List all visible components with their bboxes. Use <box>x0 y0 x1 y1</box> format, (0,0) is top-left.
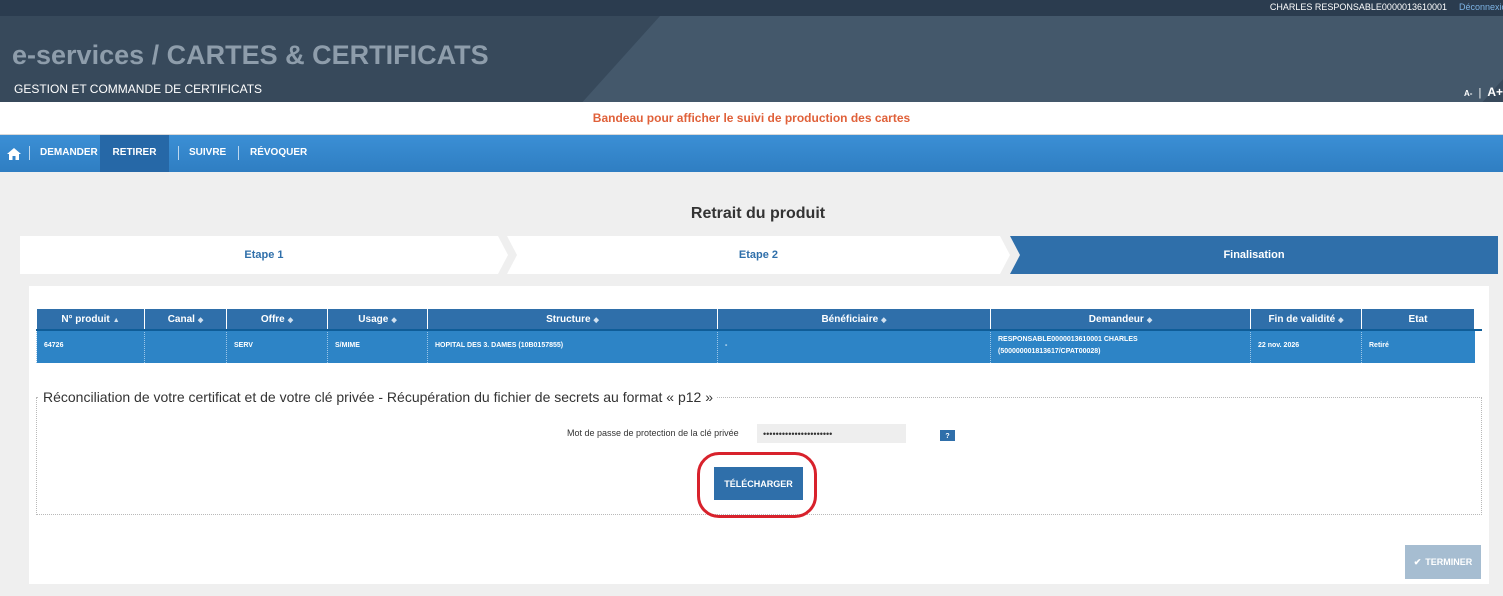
column-header-offre[interactable]: Offre ◆ <box>226 308 328 330</box>
column-header-fin-validite[interactable]: Fin de validité ◆ <box>1250 308 1362 330</box>
cell-fin-validite: 22 nov. 2026 <box>1250 329 1362 363</box>
user-bar: CHARLES RESPONSABLE0000013610001 Déconne… <box>0 0 1503 16</box>
font-size-separator: | <box>1478 87 1482 99</box>
user-name: CHARLES RESPONSABLE0000013610001 <box>1269 2 1447 12</box>
sort-icon: ◆ <box>1338 316 1344 324</box>
home-icon[interactable] <box>7 148 21 160</box>
step-1-label: Etape 1 <box>244 249 284 261</box>
cell-beneficiaire: - <box>717 329 991 363</box>
main-nav: DEMANDER RETIRER SUIVRE RÉVOQUER <box>0 135 1503 172</box>
font-decrease-button[interactable]: A- <box>1464 89 1472 98</box>
sort-icon: ◆ <box>593 316 599 324</box>
column-header-etat[interactable]: Etat <box>1361 308 1475 330</box>
step-indicator: Etape 1 Etape 2 Finalisation <box>20 236 1498 274</box>
finish-button[interactable]: ✔ TERMINER <box>1405 545 1481 579</box>
column-header-beneficiaire[interactable]: Bénéficiaire ◆ <box>717 308 991 330</box>
notice-banner: Bandeau pour afficher le suivi de produc… <box>0 102 1503 135</box>
column-header-structure[interactable]: Structure ◆ <box>427 308 718 330</box>
step-finalisation-label: Finalisation <box>1223 249 1285 261</box>
download-button[interactable]: TÉLÉCHARGER <box>714 467 803 500</box>
cell-structure: HOPITAL DES 3. DAMES (10B0157855) <box>427 329 718 363</box>
sort-icon: ◆ <box>197 316 204 324</box>
cell-offre: SERV <box>226 329 328 363</box>
nav-item-revoquer[interactable]: RÉVOQUER <box>250 135 307 172</box>
column-header-usage[interactable]: Usage ◆ <box>327 308 428 330</box>
step-2: Etape 2 <box>507 236 1010 274</box>
sort-icon: ◆ <box>391 316 397 324</box>
help-button[interactable]: ? <box>939 429 956 442</box>
reconciliation-legend: Réconciliation de votre certificat et de… <box>39 389 718 405</box>
column-header-canal[interactable]: Canal ◆ <box>144 308 227 330</box>
page-title: Retrait du produit <box>690 205 826 222</box>
font-size-controls: A- | A+ <box>1464 83 1503 101</box>
sort-asc-icon: ▲ <box>112 316 120 324</box>
font-increase-button[interactable]: A+ <box>1487 85 1503 99</box>
nav-item-demander[interactable]: DEMANDER <box>40 135 98 172</box>
cell-canal <box>144 329 227 363</box>
step-1: Etape 1 <box>20 236 508 274</box>
app-title: e-services / CARTES & CERTIFICATS <box>12 40 489 70</box>
check-icon: ✔ <box>1413 556 1422 567</box>
table-row[interactable]: 64726 SERV S/MIME HOPITAL DES 3. DAMES (… <box>36 329 1475 363</box>
nav-item-suivre[interactable]: SUIVRE <box>189 135 226 172</box>
sort-icon: ◆ <box>287 316 294 324</box>
step-2-label: Etape 2 <box>738 249 779 261</box>
header-banner: e-services / CARTES & CERTIFICATS GESTIO… <box>0 16 1503 102</box>
step-finalisation: Finalisation <box>1010 236 1498 274</box>
password-input[interactable] <box>757 424 906 443</box>
column-header-demandeur[interactable]: Demandeur ◆ <box>990 308 1251 330</box>
cell-n-produit: 64726 <box>36 329 145 363</box>
column-header-n-produit[interactable]: N° produit ▲ <box>36 308 145 330</box>
table-header-row: N° produit ▲ Canal ◆ Offre ◆ Usage ◆ Structu… <box>36 308 1475 330</box>
product-table: N° produit ▲ Canal ◆ Offre ◆ Usage ◆ Structu… <box>36 308 1482 363</box>
cell-demandeur: RESPONSABLE0000013610001 CHARLES (5000000… <box>990 329 1251 363</box>
app-subtitle: GESTION ET COMMANDE DE CERTIFICATS <box>14 82 263 96</box>
cell-usage: S/MIME <box>327 329 428 363</box>
cell-etat: Retiré <box>1361 329 1475 363</box>
password-label: Mot de passe de protection de la clé pri… <box>567 428 739 438</box>
nav-item-retirer[interactable]: RETIRER <box>100 135 169 172</box>
logout-link[interactable]: Déconnexion <box>1459 2 1503 12</box>
notice-text: Bandeau pour afficher le suivi de produc… <box>592 111 911 125</box>
sort-icon: ◆ <box>1146 316 1153 324</box>
sort-icon: ◆ <box>881 316 887 324</box>
